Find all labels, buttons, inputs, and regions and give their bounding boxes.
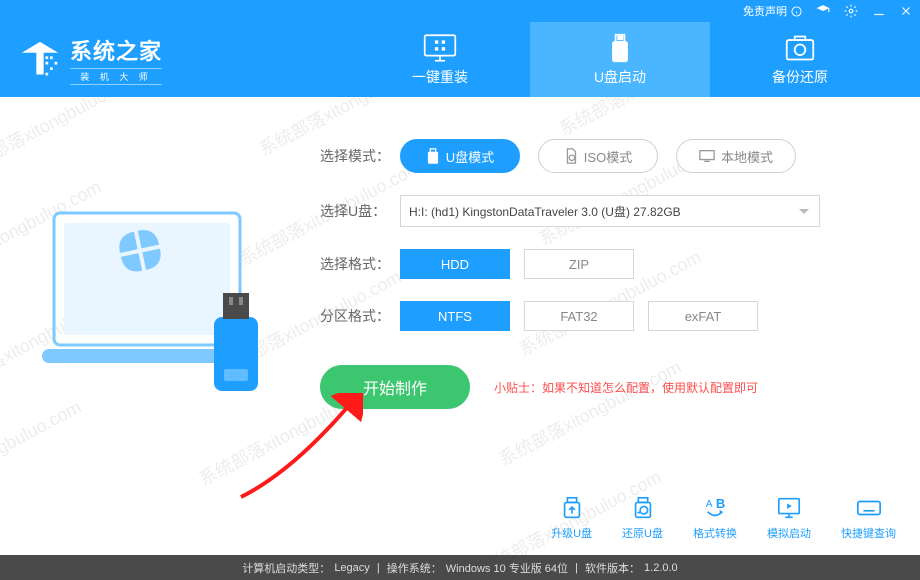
format-label: 选择格式： [320, 254, 400, 274]
row-disk: 选择U盘： H:I: (hd1) KingstonDataTraveler 3.… [320, 195, 880, 227]
laptop-usb-illustration [42, 209, 282, 419]
statusbar: 计算机启动类型： Legacy | 操作系统： Windows 10 专业版 6… [0, 555, 920, 580]
tool-label: 模拟启动 [767, 525, 811, 541]
partition-fat32[interactable]: FAT32 [524, 301, 634, 331]
row-format: 选择格式： HDD ZIP [320, 249, 880, 279]
partition-ntfs[interactable]: NTFS [400, 301, 510, 331]
status-ver-value: 1.2.0.0 [644, 562, 678, 574]
tab-label: U盘启动 [594, 67, 646, 87]
disk-select[interactable]: H:I: (hd1) KingstonDataTraveler 3.0 (U盘)… [400, 195, 820, 227]
logo-icon [18, 40, 62, 80]
header: 系统之家 装 机 大 师 一键重装 U盘启动 备份还原 [0, 22, 920, 97]
file-icon [564, 148, 578, 164]
tool-label: 升级U盘 [551, 525, 592, 541]
usb-restore-icon [630, 495, 656, 521]
convert-icon: AB [702, 495, 728, 521]
partition-exfat[interactable]: exFAT [648, 301, 758, 331]
tool-hotkey-lookup[interactable]: 快捷键查询 [841, 495, 896, 541]
row-start: 开始制作 小贴士：如果不知道怎么配置，使用默认配置即可 [320, 365, 880, 409]
partition-label: 分区格式： [320, 306, 400, 326]
disk-label: 选择U盘： [320, 201, 400, 221]
minimize-icon[interactable] [872, 4, 886, 18]
tabs: 一键重装 U盘启动 备份还原 [350, 22, 890, 97]
status-os-value: Windows 10 专业版 64位 [446, 560, 568, 576]
tool-label: 格式转换 [693, 525, 737, 541]
row-partition: 分区格式： NTFS FAT32 exFAT [320, 301, 880, 331]
body: 系统部落xitongbuluo.com 系统部落xitongbuluo.com … [0, 97, 920, 555]
mode-label: 选择模式： [320, 146, 400, 166]
disclaimer-link[interactable]: 免责声明 [743, 3, 802, 19]
status-os-label: 操作系统： [387, 560, 442, 576]
usb-icon [608, 33, 632, 63]
format-hdd[interactable]: HDD [400, 249, 510, 279]
mode-local-label: 本地模式 [721, 147, 773, 166]
close-icon[interactable] [900, 5, 912, 17]
tool-convert-format[interactable]: AB 格式转换 [693, 495, 737, 541]
brand-sub: 装 机 大 师 [70, 68, 162, 85]
tool-restore-usb[interactable]: 还原U盘 [622, 495, 663, 541]
tab-label: 一键重装 [412, 67, 468, 87]
tab-backup[interactable]: 备份还原 [710, 22, 890, 97]
tab-label: 备份还原 [772, 67, 828, 87]
status-boot-label: 计算机启动类型： [242, 560, 330, 576]
tip-text: 小贴士：如果不知道怎么配置，使用默认配置即可 [494, 379, 758, 396]
keyboard-icon [856, 495, 882, 521]
tools: 升级U盘 还原U盘 AB 格式转换 模拟启动 快捷键查询 [551, 495, 896, 541]
tool-upgrade-usb[interactable]: 升级U盘 [551, 495, 592, 541]
mode-usb[interactable]: U盘模式 [400, 139, 520, 173]
logo: 系统之家 装 机 大 师 [18, 34, 162, 85]
config-panel: 选择模式： U盘模式 ISO模式 本地模式 选择U盘： H:I: (hd1 [320, 139, 880, 431]
mode-iso[interactable]: ISO模式 [538, 139, 658, 173]
monitor-small-icon [699, 149, 715, 163]
disclaimer-label: 免责声明 [743, 3, 787, 19]
brand-title: 系统之家 [70, 34, 162, 66]
svg-text:A: A [706, 499, 713, 510]
disk-value: H:I: (hd1) KingstonDataTraveler 3.0 (U盘)… [409, 203, 681, 220]
tool-label: 快捷键查询 [841, 525, 896, 541]
usb-up-icon [559, 495, 585, 521]
settings-icon[interactable] [844, 4, 858, 18]
mode-iso-label: ISO模式 [584, 147, 632, 166]
monitor-icon [423, 33, 457, 63]
mode-usb-label: U盘模式 [446, 147, 494, 166]
info-icon [791, 6, 802, 17]
start-button[interactable]: 开始制作 [320, 365, 470, 409]
svg-text:B: B [716, 496, 725, 511]
tab-reinstall[interactable]: 一键重装 [350, 22, 530, 97]
monitor-play-icon [776, 495, 802, 521]
tool-simulate-boot[interactable]: 模拟启动 [767, 495, 811, 541]
tool-label: 还原U盘 [622, 525, 663, 541]
camera-icon [785, 33, 815, 63]
tab-usb-boot[interactable]: U盘启动 [530, 22, 710, 97]
usb-small-icon [426, 148, 440, 164]
graduation-icon[interactable] [816, 4, 830, 18]
row-mode: 选择模式： U盘模式 ISO模式 本地模式 [320, 139, 880, 173]
mode-local[interactable]: 本地模式 [676, 139, 796, 173]
format-zip[interactable]: ZIP [524, 249, 634, 279]
status-boot-value: Legacy [334, 562, 369, 574]
titlebar: 免责声明 [0, 0, 920, 22]
status-ver-label: 软件版本： [585, 560, 640, 576]
